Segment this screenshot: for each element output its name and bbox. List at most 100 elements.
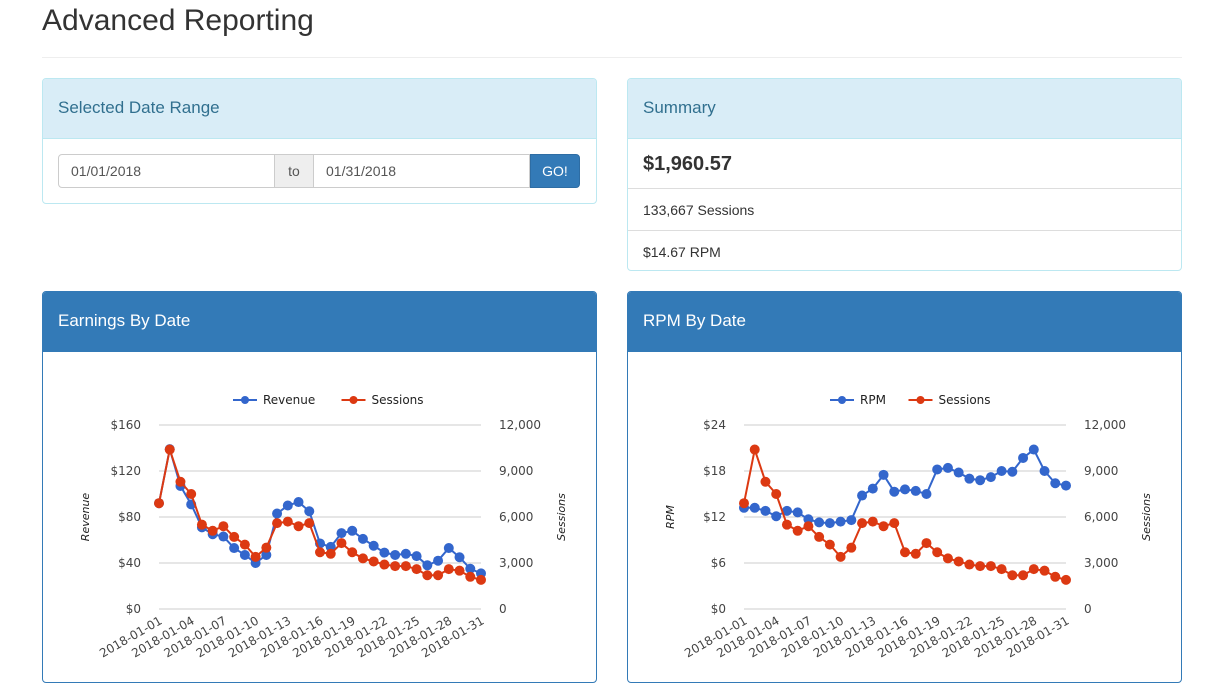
data-point-sessions: [443, 564, 454, 575]
series-line-sessions: [743, 445, 1067, 581]
data-point-revenue: [390, 549, 401, 560]
data-point-sessions: [239, 539, 250, 550]
y-tick-label-left: $0: [126, 602, 141, 616]
data-point-sessions: [1028, 564, 1039, 575]
data-point-rpm: [814, 517, 825, 528]
data-point-rpm: [910, 485, 921, 496]
data-point-sessions: [889, 518, 900, 529]
data-point-sessions: [857, 518, 868, 529]
y-tick-label-right: 3,000: [499, 556, 533, 570]
y-tick-label-right: 6,000: [1084, 510, 1118, 524]
data-point-sessions: [1039, 565, 1050, 576]
rpm-heading: RPM By Date: [628, 292, 1181, 352]
data-point-revenue: [454, 552, 465, 563]
data-point-sessions: [282, 516, 293, 527]
data-point-sessions: [900, 547, 910, 558]
data-point-revenue: [218, 531, 229, 542]
data-point-rpm: [878, 469, 889, 480]
y-tick-label-right: 3,000: [1084, 556, 1118, 570]
data-point-sessions: [164, 444, 175, 455]
data-point-rpm: [835, 516, 846, 527]
data-point-sessions: [1007, 570, 1018, 581]
y-tick-label-right: 12,000: [499, 418, 541, 432]
data-point-revenue: [293, 497, 304, 508]
data-point-rpm: [1007, 466, 1018, 477]
y-tick-label-left: $18: [703, 464, 726, 478]
data-point-rpm: [749, 502, 760, 513]
data-point-sessions: [196, 519, 207, 530]
rpm-panel: RPM By Date $0 0 $6 3,000 $12 6,000 $18 9,000 $2…: [627, 291, 1182, 683]
y-axis-title-left: RPM: [664, 505, 677, 529]
data-point-rpm: [1039, 466, 1050, 476]
y-tick-label-right: 0: [499, 602, 507, 616]
data-point-revenue: [229, 543, 240, 554]
y-tick-label-left: $12: [703, 510, 726, 524]
y-tick-label-left: $40: [118, 556, 141, 570]
data-point-sessions: [878, 521, 889, 532]
go-button[interactable]: GO!: [530, 154, 580, 188]
data-point-revenue: [357, 533, 368, 544]
data-point-rpm: [760, 505, 771, 516]
y-tick-label-right: 12,000: [1084, 418, 1126, 432]
data-point-sessions: [760, 476, 771, 487]
data-point-sessions: [411, 564, 422, 575]
series-line-sessions: [158, 445, 482, 581]
data-point-sessions: [771, 489, 782, 499]
data-point-rpm: [900, 484, 910, 495]
y-axis-title-right: Sessions: [555, 493, 568, 541]
data-point-sessions: [1018, 570, 1029, 581]
data-point-sessions: [910, 548, 921, 559]
data-point-sessions: [433, 570, 444, 581]
data-point-sessions: [304, 518, 315, 529]
date-range-panel: Selected Date Range to GO!: [42, 78, 597, 204]
title-divider: [42, 57, 1182, 58]
data-point-sessions: [315, 547, 325, 558]
y-tick-label-left: $24: [703, 418, 726, 432]
legend-label: RPM: [860, 393, 886, 407]
data-point-sessions: [835, 551, 846, 562]
data-point-rpm: [953, 467, 964, 478]
data-point-sessions: [325, 548, 336, 559]
date-range-heading: Selected Date Range: [43, 79, 596, 139]
date-separator: to: [275, 154, 313, 188]
legend-marker: [241, 396, 249, 404]
data-point-sessions: [803, 521, 814, 532]
data-point-sessions: [379, 559, 390, 570]
earnings-heading: Earnings By Date: [43, 292, 596, 352]
data-point-revenue: [304, 506, 315, 517]
y-tick-label-right: 6,000: [499, 510, 533, 524]
summary-panel: Summary $1,960.57 133,667 Sessions $14.6…: [627, 78, 1182, 271]
y-tick-label-left: $160: [110, 418, 141, 432]
data-point-sessions: [465, 571, 476, 582]
data-point-sessions: [186, 489, 197, 499]
data-point-rpm: [824, 518, 835, 529]
data-point-sessions: [229, 531, 240, 542]
data-point-sessions: [814, 531, 825, 542]
data-point-sessions: [293, 521, 304, 532]
data-point-rpm: [1050, 478, 1061, 489]
start-date-input[interactable]: [58, 154, 275, 188]
data-point-sessions: [1050, 571, 1061, 582]
data-point-revenue: [422, 560, 433, 571]
y-tick-label-right: 9,000: [1084, 464, 1118, 478]
data-point-sessions: [357, 553, 368, 564]
page-title: Advanced Reporting: [42, 4, 314, 37]
data-point-sessions: [272, 518, 283, 529]
legend-marker: [349, 396, 358, 404]
data-point-revenue: [400, 548, 411, 559]
data-point-rpm: [921, 489, 932, 499]
data-point-rpm: [985, 472, 996, 483]
data-point-rpm: [846, 515, 857, 526]
data-point-sessions: [422, 570, 433, 581]
end-date-input[interactable]: [313, 154, 530, 188]
data-point-revenue: [239, 549, 250, 560]
data-point-revenue: [443, 543, 454, 554]
data-point-rpm: [942, 462, 953, 473]
data-point-sessions: [792, 525, 803, 536]
data-point-rpm: [1018, 452, 1029, 463]
data-point-rpm: [1061, 480, 1071, 491]
summary-heading: Summary: [628, 79, 1181, 139]
data-point-revenue: [411, 551, 422, 562]
data-point-revenue: [272, 508, 283, 519]
summary-total: $1,960.57: [628, 139, 1181, 189]
